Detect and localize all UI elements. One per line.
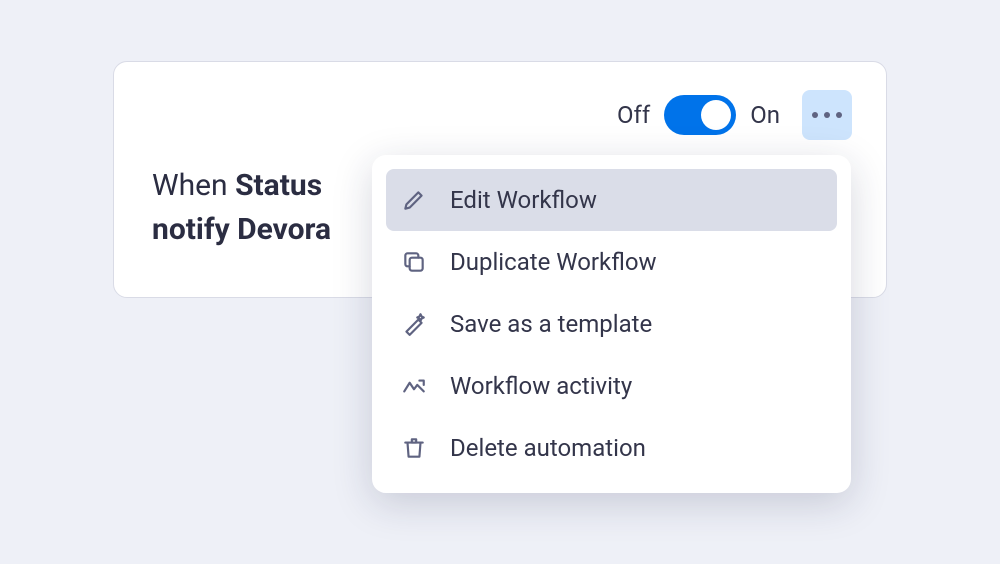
menu-item-workflow-activity[interactable]: Workflow activity xyxy=(386,355,837,417)
rule-prefix: When xyxy=(152,168,235,203)
menu-item-label: Save as a template xyxy=(450,310,652,338)
menu-item-edit-workflow[interactable]: Edit Workflow xyxy=(386,169,837,231)
card-controls-row: Off On xyxy=(152,90,852,140)
menu-item-save-template[interactable]: Save as a template xyxy=(386,293,837,355)
rule-bold-status: Status xyxy=(235,168,322,203)
rule-line2-notify: notify xyxy=(152,212,237,247)
menu-item-label: Workflow activity xyxy=(450,372,632,400)
more-actions-button[interactable] xyxy=(802,90,852,140)
copy-icon xyxy=(400,248,428,276)
actions-dropdown-menu: Edit Workflow Duplicate Workflow Save as… xyxy=(372,155,851,493)
activity-icon xyxy=(400,372,428,400)
trash-icon xyxy=(400,434,428,462)
wand-icon xyxy=(400,310,428,338)
more-icon xyxy=(812,112,842,118)
menu-item-label: Delete automation xyxy=(450,434,646,462)
rule-bold-recipient: Devora xyxy=(237,212,331,247)
menu-item-duplicate-workflow[interactable]: Duplicate Workflow xyxy=(386,231,837,293)
toggle-on-label: On xyxy=(750,101,780,129)
menu-item-label: Duplicate Workflow xyxy=(450,248,657,276)
toggle-off-label: Off xyxy=(617,101,650,129)
automation-toggle[interactable] xyxy=(664,95,736,135)
toggle-knob xyxy=(701,100,731,130)
pencil-icon xyxy=(400,186,428,214)
menu-item-label: Edit Workflow xyxy=(450,186,597,214)
menu-item-delete-automation[interactable]: Delete automation xyxy=(386,417,837,479)
